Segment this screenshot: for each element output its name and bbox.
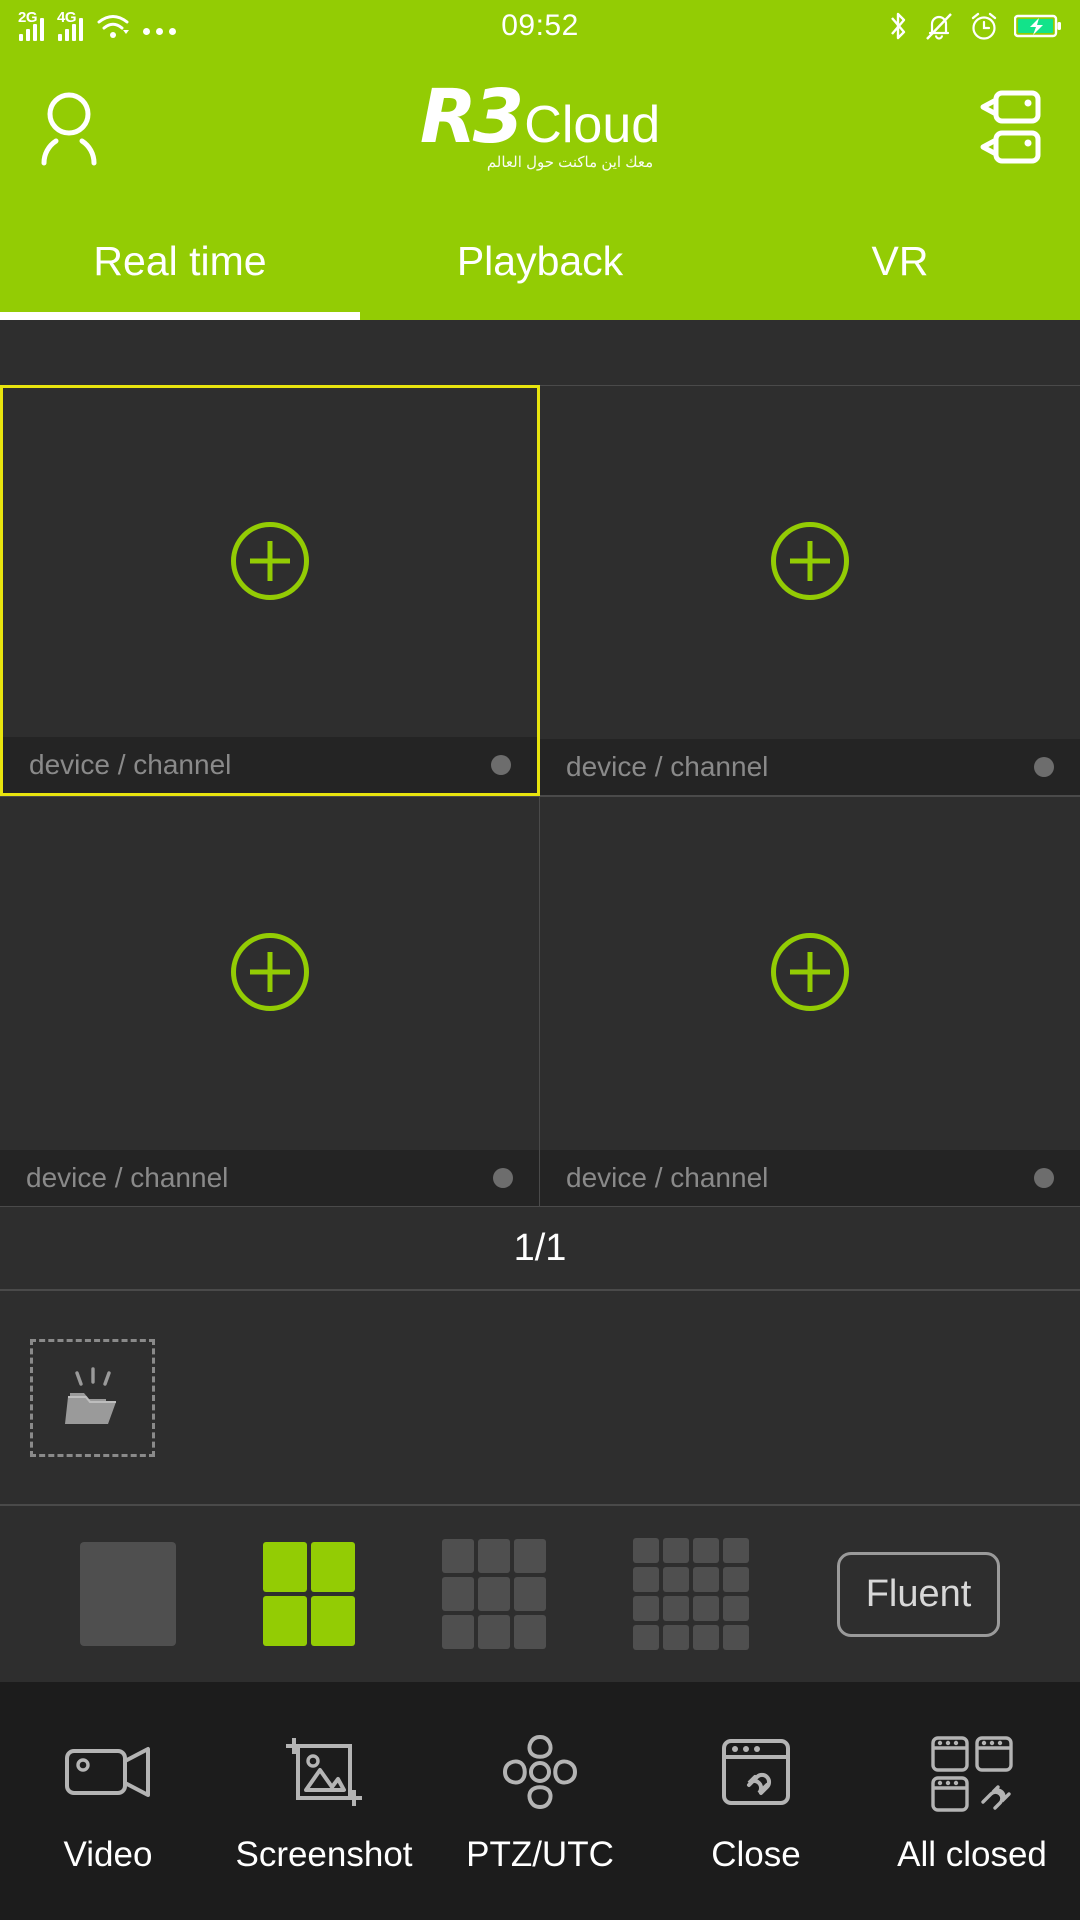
video-cell-4-label-text: device / channel: [566, 1162, 769, 1193]
video-cell-4[interactable]: device / channel: [540, 796, 1080, 1207]
layout-2x2[interactable]: [262, 1542, 355, 1646]
status-dot: [1034, 1168, 1054, 1188]
tab-playback-label: Playback: [456, 237, 624, 284]
stream-quality-button[interactable]: Fluent: [836, 1551, 1001, 1637]
multi-window-link-icon: [927, 1729, 1017, 1815]
status-dot: [493, 1168, 513, 1188]
tab-vr-label: VR: [871, 237, 929, 284]
file-placeholder[interactable]: [30, 1338, 155, 1457]
video-cell-1[interactable]: device / channel: [0, 385, 540, 796]
bottom-nav-close-label: Close: [711, 1835, 801, 1874]
video-area: device / channel device / channel device…: [0, 320, 1080, 1207]
plus-circle-icon[interactable]: [231, 521, 309, 600]
page-indicator-text: 1/1: [513, 1226, 567, 1269]
video-cell-2-label-text: device / channel: [566, 751, 769, 782]
page-indicator: 1/1: [0, 1207, 1080, 1291]
video-area-spacer: [0, 320, 1080, 385]
bottom-nav-close[interactable]: Close: [648, 1729, 864, 1875]
bottom-nav-video-label: Video: [63, 1835, 153, 1874]
dpad-icon: [499, 1729, 581, 1815]
brand-logo: R3 Cloud معك اين ماكنت حول العالم: [0, 52, 1080, 202]
bottom-nav-all-closed[interactable]: All closed: [864, 1729, 1080, 1875]
person-icon[interactable]: [30, 87, 108, 167]
layout-3x3[interactable]: [442, 1539, 547, 1649]
video-cell-1-label: device / channel: [3, 737, 537, 793]
layout-4x4[interactable]: [633, 1538, 750, 1650]
plus-circle-icon[interactable]: [771, 932, 849, 1011]
tab-playback[interactable]: Playback: [360, 202, 720, 320]
app-root: 2G 4G 09:52 R3 Cloud معك اين ماكنت حول ا…: [0, 0, 1080, 1920]
tab-real-time[interactable]: Real time: [0, 202, 360, 320]
bottom-nav-ptz[interactable]: PTZ/UTC: [432, 1729, 648, 1875]
tab-real-time-label: Real time: [93, 237, 267, 284]
video-cell-2-label: device / channel: [540, 739, 1080, 795]
tab-active-underline: [0, 312, 360, 320]
brand-word: Cloud: [524, 95, 661, 154]
plus-circle-icon[interactable]: [771, 521, 849, 600]
image-crop-icon: [282, 1729, 366, 1815]
status-dot: [491, 755, 511, 775]
status-bar: 2G 4G 09:52: [0, 0, 1080, 52]
bottom-toolbar: Video Screenshot PTZ/UTC Close All close…: [0, 1684, 1080, 1920]
camcorder-icon: [62, 1729, 154, 1815]
status-dot: [1034, 757, 1054, 777]
bottom-nav-video[interactable]: Video: [0, 1729, 216, 1875]
status-bar-clock: 09:52: [501, 9, 579, 42]
window-link-icon: [716, 1729, 796, 1815]
bottom-nav-ptz-label: PTZ/UTC: [466, 1835, 614, 1874]
file-strip: [0, 1291, 1080, 1506]
bottom-nav-screenshot[interactable]: Screenshot: [216, 1729, 432, 1875]
video-cell-2[interactable]: device / channel: [540, 385, 1080, 796]
video-cell-1-label-text: device / channel: [29, 749, 232, 780]
main-tabs: Real time Playback VR: [0, 202, 1080, 320]
brand-mark: R3: [419, 73, 525, 160]
bottom-nav-all-closed-label: All closed: [897, 1835, 1047, 1874]
tab-vr[interactable]: VR: [720, 202, 1080, 320]
app-header: R3 Cloud معك اين ماكنت حول العالم: [0, 52, 1080, 202]
video-cell-3-label-text: device / channel: [26, 1162, 229, 1193]
brand-tagline: معك اين ماكنت حول العالم: [486, 153, 654, 171]
video-cell-3-label: device / channel: [0, 1150, 539, 1206]
plus-circle-icon[interactable]: [230, 932, 309, 1011]
video-grid: device / channel device / channel device…: [0, 385, 1080, 1207]
bottom-nav-screenshot-label: Screenshot: [235, 1835, 413, 1874]
layout-1x1[interactable]: [79, 1542, 176, 1646]
layout-bar: Fluent: [0, 1506, 1080, 1684]
open-folder-icon: [55, 1363, 131, 1433]
video-cell-4-label: device / channel: [540, 1150, 1080, 1206]
video-cell-3[interactable]: device / channel: [0, 796, 540, 1207]
dual-camera-icon[interactable]: [978, 87, 1050, 167]
